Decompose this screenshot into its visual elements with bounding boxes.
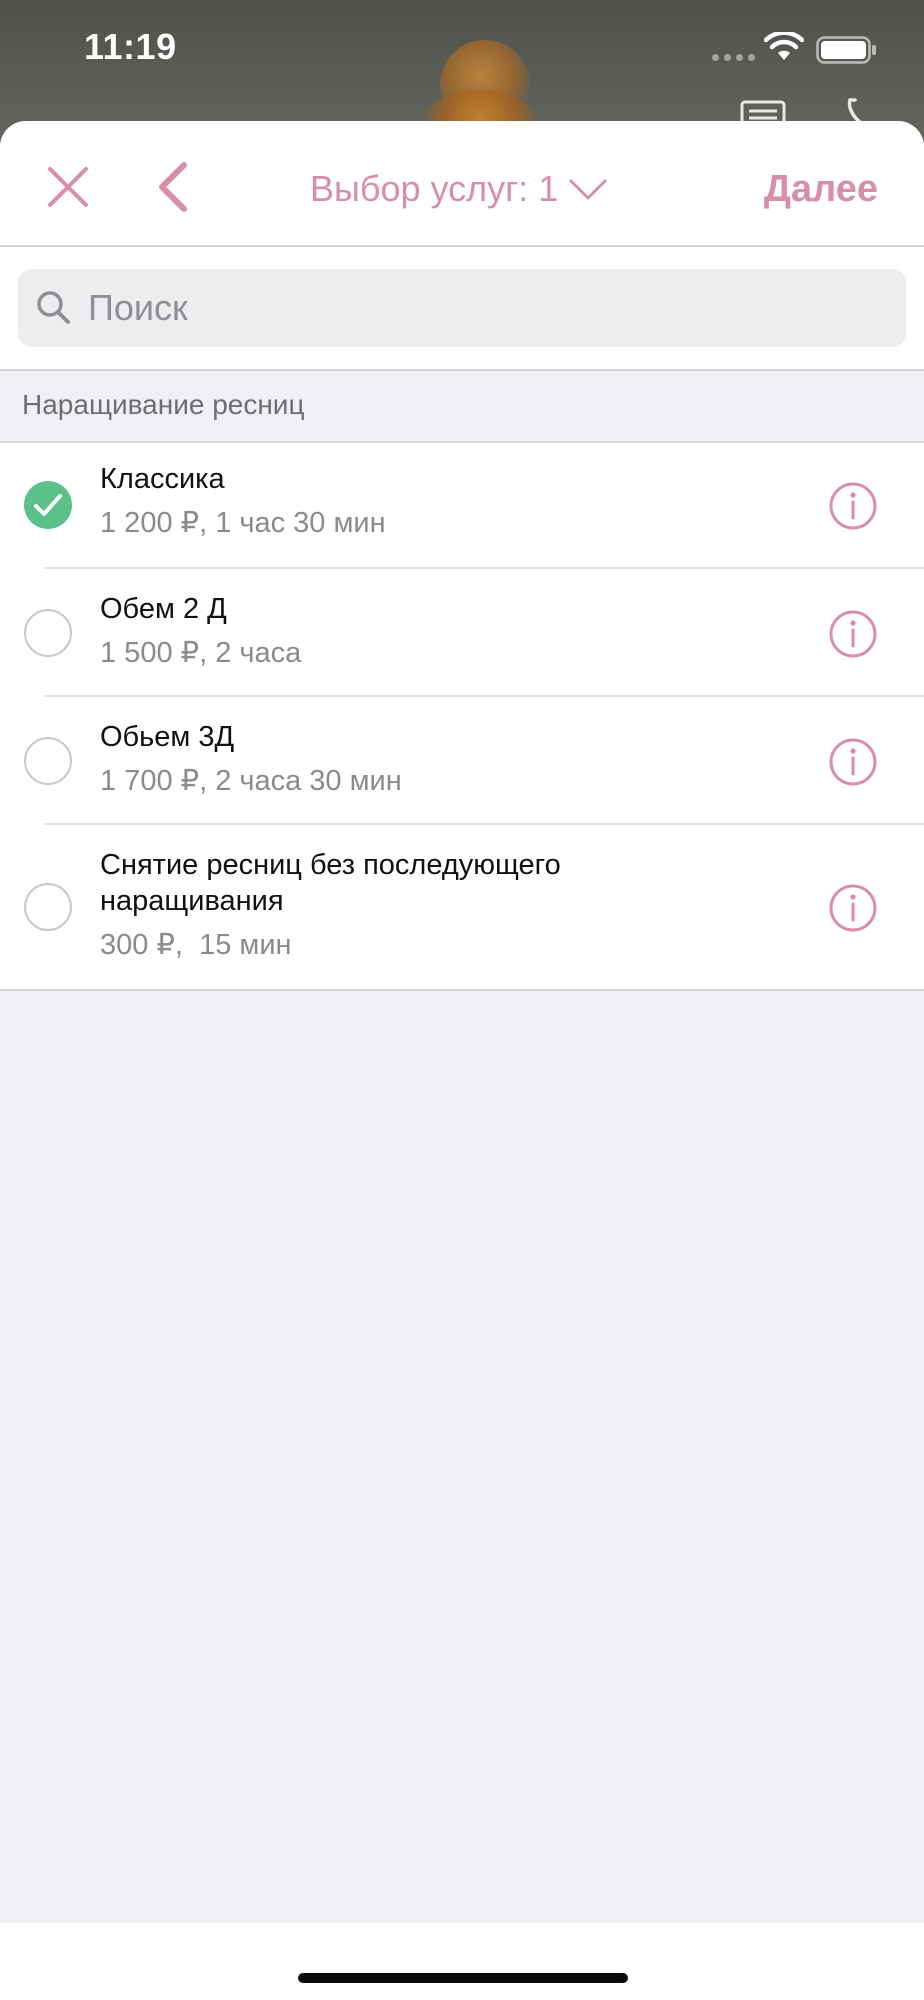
home-indicator[interactable] [298,1973,628,1983]
service-row-obem-2d[interactable]: Обем 2 Д 1 500 ₽, 2 часа [0,569,924,697]
service-title: Обьем 3Д [100,721,235,753]
info-icon[interactable] [828,609,878,659]
phone-icon [847,98,862,124]
service-price-duration: 1 700 ₽, 2 часа 30 мин [100,765,402,797]
info-icon[interactable] [828,481,878,531]
section-title: Наращивание ресниц [22,389,305,420]
service-title: Снятие ресниц без последующего наращиван… [100,849,561,917]
back-button[interactable] [148,157,198,217]
service-text: Снятие ресниц без последующего наращиван… [100,847,740,963]
search-icon [37,291,70,324]
selection-checkbox[interactable] [24,883,72,931]
close-button[interactable] [38,157,98,217]
selection-checkbox[interactable] [24,737,72,785]
close-icon [48,167,88,207]
check-icon [34,494,62,516]
service-text: Обьем 3Д 1 700 ₽, 2 часа 30 мин [100,719,740,799]
selection-checkbox[interactable] [24,481,72,529]
chevron-down-icon [569,179,607,200]
service-row-obem-3d[interactable]: Обьем 3Д 1 700 ₽, 2 часа 30 мин [0,697,924,825]
wifi-icon [764,32,804,60]
service-price-duration: 1 500 ₽, 2 часа [100,637,302,669]
home-indicator-area [0,1923,924,2000]
service-row-removal[interactable]: Снятие ресниц без последующего наращиван… [0,825,924,989]
services-count-dropdown[interactable]: Выбор услуг: 1 [310,159,608,219]
chevron-left-icon [159,162,187,212]
service-price-duration: 300 ₽, 15 мин [100,929,292,961]
next-button[interactable]: Далее [764,159,878,219]
service-text: Обем 2 Д 1 500 ₽, 2 часа [100,591,740,671]
service-title: Классика [100,463,225,495]
service-selection-sheet: Выбор услуг: 1 Далее Наращивание ресниц [0,121,924,2000]
selection-checkbox[interactable] [24,609,72,657]
navigation-bar: Выбор услуг: 1 Далее [0,121,924,247]
search-box[interactable] [18,269,906,347]
nav-title: Выбор услуг: 1 [310,168,559,209]
signal-icon [712,54,755,61]
service-price-duration: 1 200 ₽, 1 час 30 мин [100,507,386,539]
info-icon[interactable] [828,737,878,787]
info-icon[interactable] [828,883,878,933]
section-header: Наращивание ресниц [0,371,924,443]
service-title: Обем 2 Д [100,593,227,625]
service-list: Классика 1 200 ₽, 1 час 30 мин Обем 2 Д … [0,443,924,991]
service-text: Классика 1 200 ₽, 1 час 30 мин [100,461,740,541]
search-bar [0,247,924,371]
status-time: 11:19 [84,26,177,67]
service-row-klassika[interactable]: Классика 1 200 ₽, 1 час 30 мин [0,443,924,569]
battery-icon [816,36,876,64]
search-input[interactable] [86,286,870,330]
